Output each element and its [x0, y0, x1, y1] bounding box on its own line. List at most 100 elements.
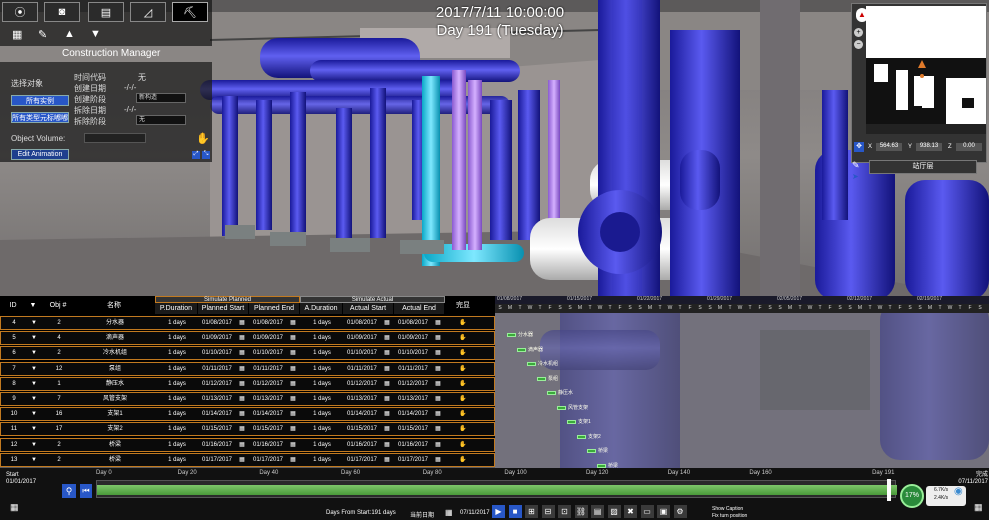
col-id[interactable]: ID — [0, 296, 26, 314]
calendar-icon[interactable]: ▦ — [237, 408, 247, 420]
filter-icon[interactable]: ▼ — [26, 296, 40, 314]
schedule-icon[interactable]: ▦ — [12, 28, 22, 41]
object-volume-field[interactable] — [84, 133, 146, 143]
calendar-icon[interactable]: ▦ — [10, 502, 19, 513]
hand-icon[interactable]: ✋ — [457, 393, 469, 405]
table-row[interactable]: 5 ▼ 4 滴声器 1 days 01/09/2017 01/09/2017 1 days 01… — [0, 331, 495, 346]
hand-icon[interactable]: ✋ — [457, 332, 469, 344]
cell-filter[interactable]: ▼ — [27, 363, 41, 375]
calendar-icon[interactable]: ▦ — [433, 439, 443, 451]
camera-icon[interactable]: ◙ — [44, 2, 80, 22]
demolish-stage-select[interactable]: 无 — [136, 115, 186, 125]
table-row[interactable]: 6 ▼ 2 冷水机组 1 days 01/10/2017 01/10/2017 1 days 0… — [0, 346, 495, 361]
calendar-icon[interactable]: ▦ — [288, 439, 298, 451]
hand-icon[interactable]: ✋ — [457, 347, 469, 359]
calendar-icon[interactable]: ▦ — [433, 347, 443, 359]
calendar-icon[interactable]: ▦ — [237, 378, 247, 390]
gantt-bar[interactable] — [517, 347, 526, 352]
ie-icon[interactable]: ◉ — [954, 486, 963, 497]
calendar-icon[interactable]: ▦ — [433, 408, 443, 420]
link-icon[interactable]: ⛓ — [574, 505, 588, 518]
zoom-in-icon[interactable]: + — [854, 28, 863, 37]
minimap-canvas[interactable] — [866, 6, 986, 134]
calendar-icon[interactable]: ▦ — [288, 347, 298, 359]
gantt-bar[interactable] — [507, 333, 516, 337]
gantt-bar[interactable] — [537, 376, 546, 381]
sim-actual-bar[interactable]: Simulate Actual — [300, 296, 445, 303]
filter-icon[interactable]: ▼ — [90, 28, 101, 40]
calendar-icon[interactable]: ▦ — [288, 363, 298, 375]
calendar-icon[interactable]: ▦ — [288, 393, 298, 405]
end-calendar-icon[interactable]: ▦ — [974, 502, 983, 513]
calendar-icon[interactable]: ▦ — [237, 454, 247, 466]
table-row[interactable]: 12 ▼ 2 桥梁 1 days 01/16/2017 01/16/2017 1 days 01… — [0, 437, 495, 452]
hand-icon[interactable]: ✋ — [457, 439, 469, 451]
calendar-icon[interactable]: ▦ — [382, 439, 392, 451]
cell-filter[interactable]: ▼ — [27, 332, 41, 344]
calendar-icon[interactable]: ▦ — [433, 454, 443, 466]
play-icon[interactable]: ▶ — [492, 505, 505, 518]
cell-filter[interactable]: ▼ — [27, 393, 41, 405]
hand-icon[interactable]: ✋ — [457, 454, 469, 466]
cell-filter[interactable]: ▼ — [27, 317, 41, 329]
gantt-bar[interactable] — [567, 420, 576, 424]
gantt-bar[interactable] — [597, 463, 606, 468]
col-aduration[interactable]: A.Duration — [300, 303, 342, 314]
col-obj[interactable]: Obj # — [44, 296, 72, 314]
table-row[interactable]: 8 ▼ 1 静压水 1 days 01/12/2017 01/12/2017 1 days 01… — [0, 376, 495, 391]
pointer-icon[interactable]: ➤ — [852, 172, 859, 181]
calendar-icon[interactable]: ▦ — [433, 393, 443, 405]
edit-icon[interactable]: ✎ — [38, 28, 47, 41]
add-task-icon[interactable]: ⊞ — [525, 505, 538, 518]
calendar-icon[interactable]: ▦ — [237, 317, 247, 329]
sim-planned-bar[interactable]: Simulate Planned — [155, 296, 300, 303]
calendar-icon[interactable]: ▦ — [237, 423, 247, 435]
calendar-icon[interactable]: ▦ — [433, 317, 443, 329]
col-done[interactable]: 完显 — [448, 296, 478, 314]
gantt-bar[interactable] — [527, 362, 536, 366]
calendar-icon[interactable]: ▦ — [237, 393, 247, 405]
calendar-icon[interactable]: ▦ — [288, 423, 298, 435]
calendar-icon[interactable]: ▦ — [382, 378, 392, 390]
cell-filter[interactable]: ▼ — [27, 454, 41, 466]
col-aend[interactable]: Actual End — [394, 303, 444, 314]
calendar-icon[interactable]: ▦ — [382, 408, 392, 420]
table-row[interactable]: 13 ▼ 2 桥梁 1 days 01/17/2017 01/17/2017 1 days 01… — [0, 452, 495, 467]
col-name[interactable]: 名称 — [74, 296, 154, 314]
table-row[interactable]: 7 ▼ 12 泵组 1 days 01/11/2017 01/11/2017 1 days 01… — [0, 361, 495, 376]
calendar-icon[interactable]: ▦ — [382, 363, 392, 375]
zoom-out-icon[interactable]: − — [854, 40, 863, 49]
calendar-icon[interactable]: ▦ — [382, 347, 392, 359]
building-icon[interactable]: ▤ — [88, 2, 124, 22]
timeline-track[interactable] — [96, 479, 897, 501]
calendar-icon[interactable]: ▦ — [288, 378, 298, 390]
calendar-icon[interactable]: ▦ — [433, 332, 443, 344]
all-instances-button[interactable]: 所有实例 — [11, 95, 69, 106]
table-row[interactable]: 4 ▼ 2 分水器 1 days 01/08/2017 01/08/2017 1 days 01… — [0, 316, 495, 330]
edit-task-icon[interactable]: ⊡ — [558, 505, 571, 518]
folder-icon[interactable]: ▭ — [640, 505, 654, 518]
cell-filter[interactable]: ▼ — [27, 378, 41, 390]
gantt-bar[interactable] — [547, 391, 556, 395]
date-picker-icon[interactable]: ▦ — [445, 508, 453, 517]
calendar-icon[interactable]: ▦ — [382, 332, 392, 344]
calendar-icon[interactable]: ▦ — [237, 347, 247, 359]
zoom-search-icon[interactable]: ⚲ — [62, 484, 76, 498]
calendar-icon[interactable]: ▦ — [382, 393, 392, 405]
gantt-chart[interactable]: 01/08/2017 01/15/2017 01/22/2017 01/29/2017… — [495, 296, 989, 469]
calendar-icon[interactable]: ▦ — [288, 332, 298, 344]
hand-icon[interactable]: ✋ — [457, 423, 469, 435]
col-astart[interactable]: Actual Start — [343, 303, 393, 314]
hand-icon[interactable]: ✋ — [457, 378, 469, 390]
timeline-playhead[interactable] — [887, 479, 891, 501]
col-pend[interactable]: Planned End — [249, 303, 299, 314]
calendar-icon[interactable]: ▦ — [288, 408, 298, 420]
hand-icon[interactable]: ✋ — [457, 408, 469, 420]
calendar-icon[interactable]: ▦ — [288, 317, 298, 329]
floor-select[interactable]: 站厅层 — [869, 160, 977, 174]
go-start-icon[interactable]: ⏮ — [80, 484, 92, 498]
gantt-bar[interactable] — [587, 449, 596, 453]
col-pduration[interactable]: P.Duration — [155, 303, 197, 314]
calendar-icon[interactable]: ▦ — [288, 454, 298, 466]
table-row[interactable]: 11 ▼ 17 支架2 1 days 01/15/2017 01/15/2017 1 days… — [0, 422, 495, 437]
